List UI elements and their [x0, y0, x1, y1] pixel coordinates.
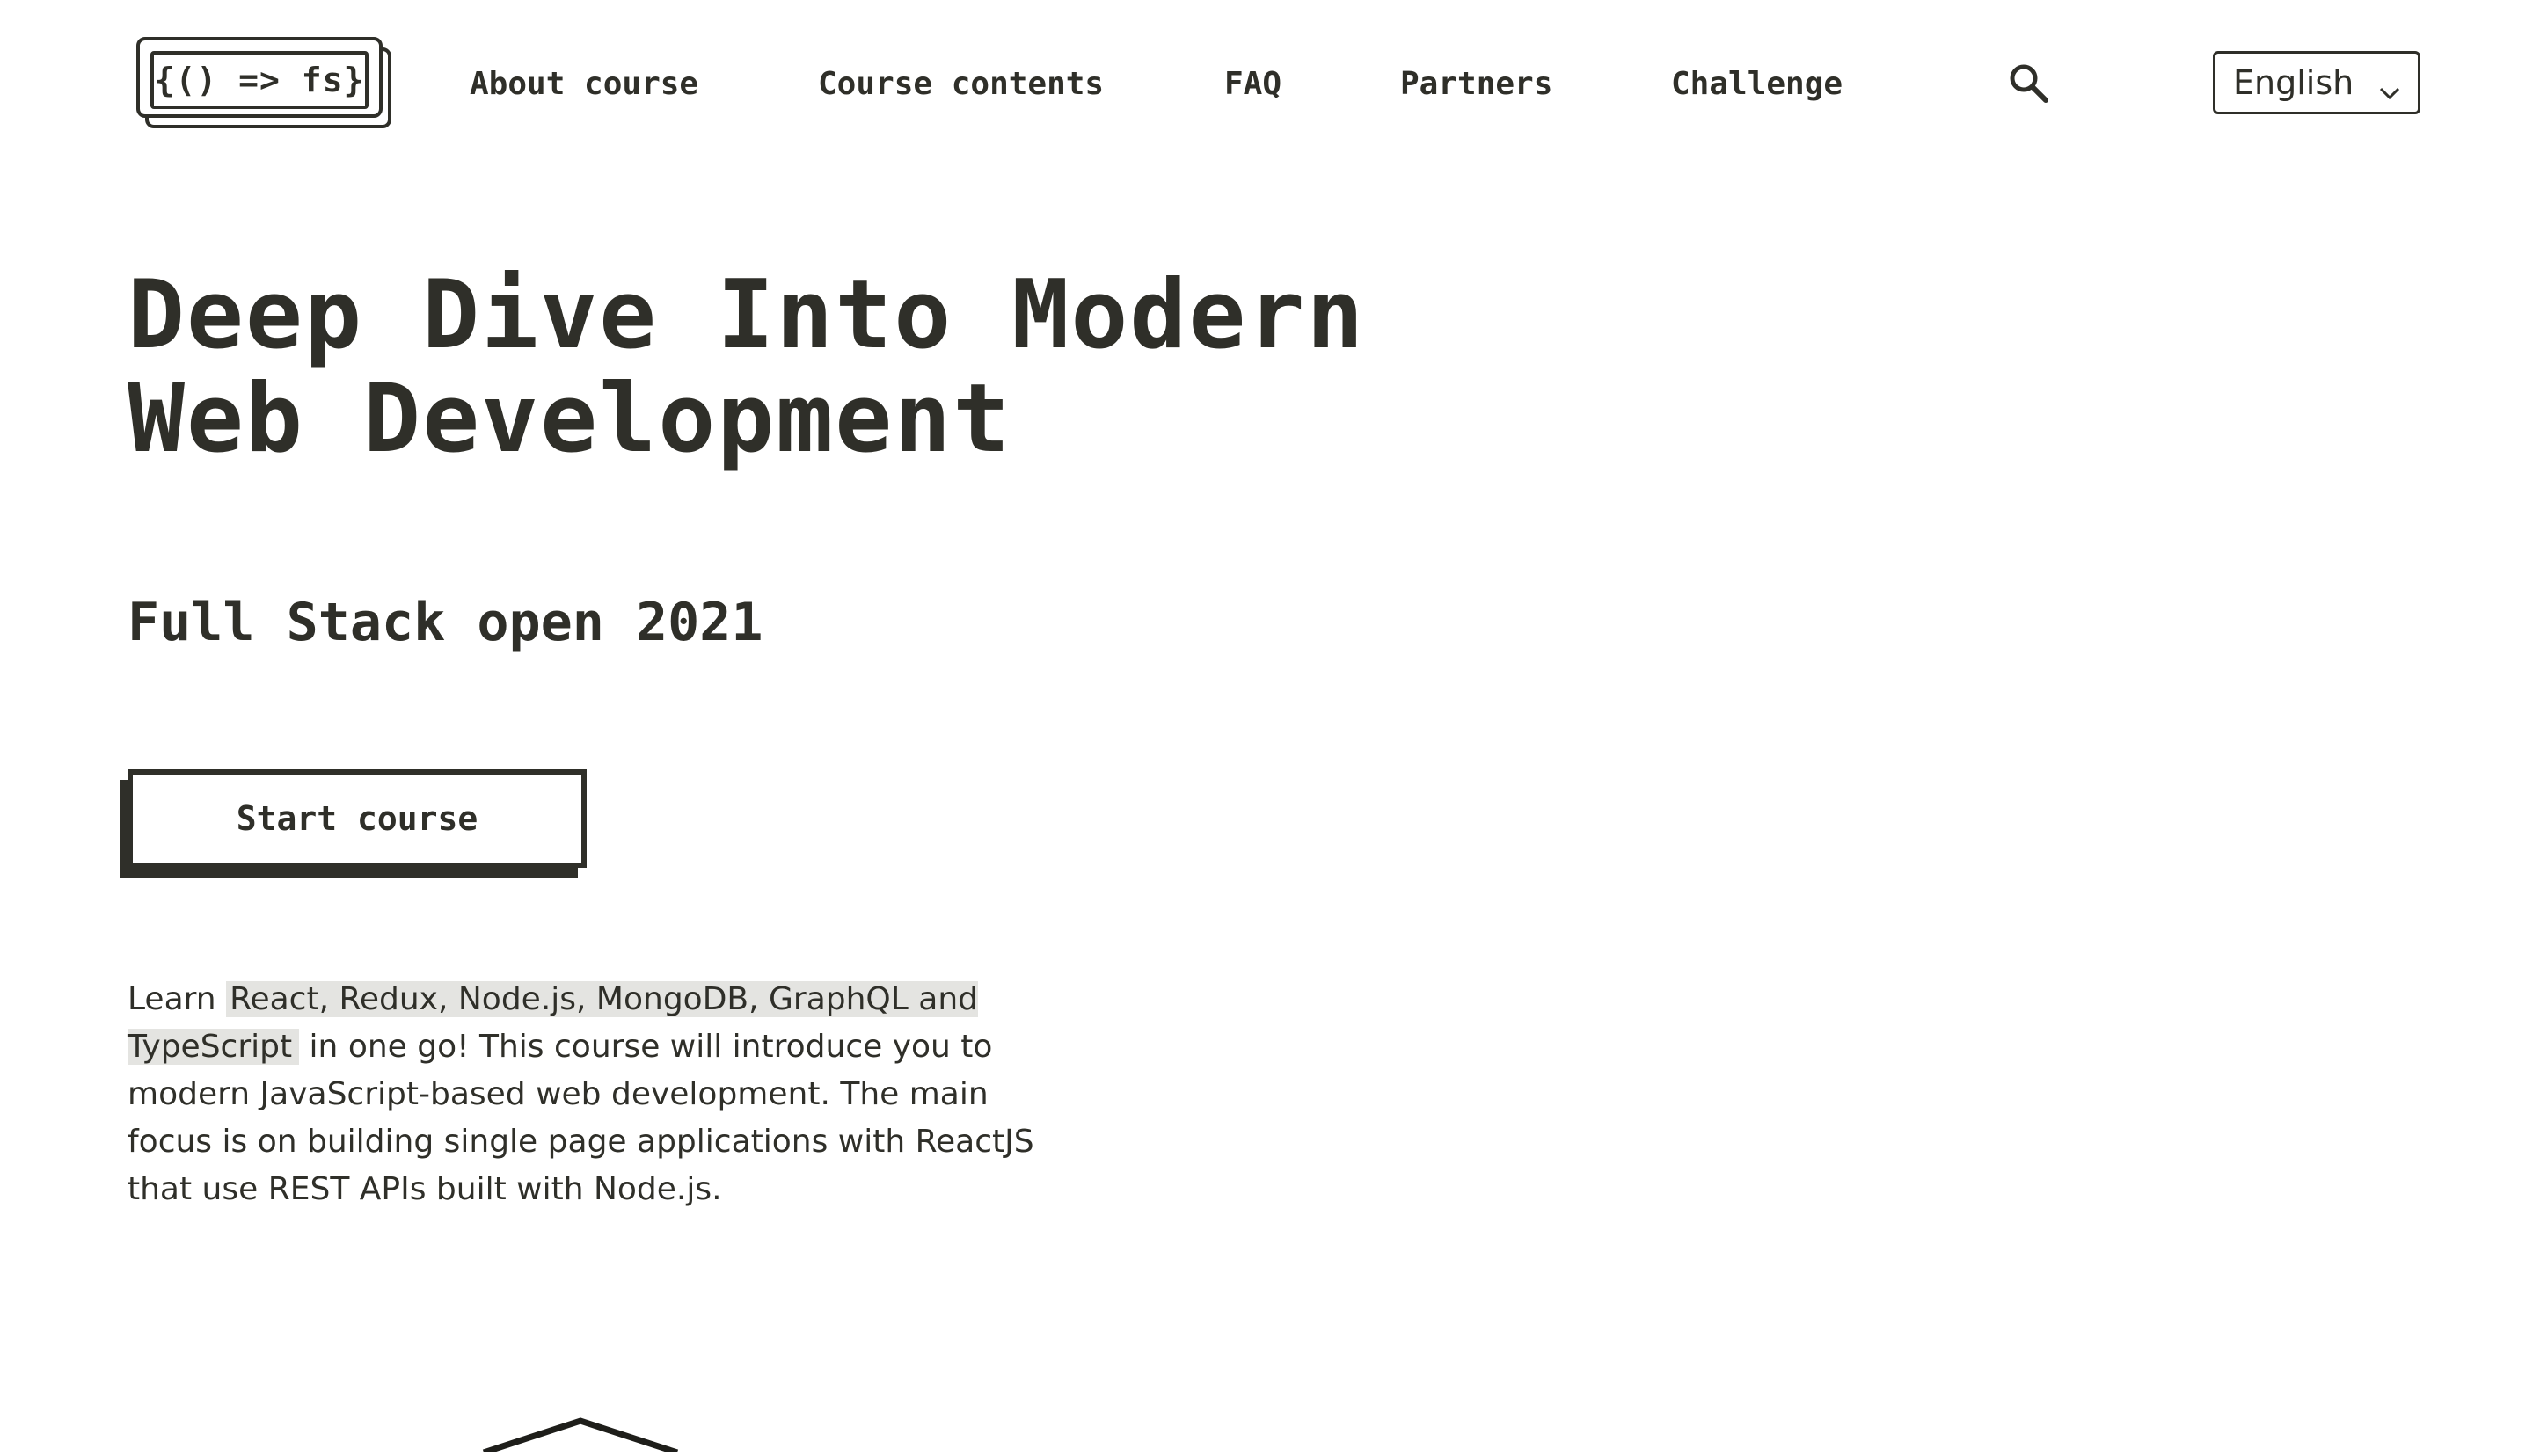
start-course-button[interactable]: Start course: [128, 769, 587, 868]
logo-frame: {() => fs}: [136, 37, 383, 118]
start-course-button-wrapper: Start course: [120, 769, 587, 879]
chevron-down-icon: [2377, 73, 2402, 100]
page-title-line-2: Web Development: [128, 364, 1012, 474]
nav-about-course[interactable]: About course: [470, 62, 698, 107]
search-icon[interactable]: [2007, 62, 2051, 106]
page-title: Deep Dive Into Modern Web Development: [128, 264, 1447, 471]
nav-partners[interactable]: Partners: [1400, 62, 1552, 107]
hexagon-illustration: [457, 1407, 721, 1456]
nav-challenge[interactable]: Challenge: [1671, 62, 1843, 107]
intro-prefix: Learn: [128, 981, 227, 1017]
language-select[interactable]: English: [2213, 51, 2420, 114]
page-title-line-1: Deep Dive Into Modern: [128, 260, 1366, 370]
site-header: {() => fs} About course Course contents …: [0, 0, 2533, 167]
nav-faq[interactable]: FAQ: [1224, 62, 1281, 107]
language-select-value: English: [2233, 63, 2354, 102]
course-intro-text: Learn React, Redux, Node.js, MongoDB, Gr…: [128, 976, 1069, 1213]
logo-text: {() => fs}: [150, 51, 369, 109]
course-subtitle: Full Stack open 2021: [128, 592, 763, 653]
nav-course-contents[interactable]: Course contents: [818, 62, 1104, 107]
site-logo[interactable]: {() => fs}: [136, 37, 391, 128]
